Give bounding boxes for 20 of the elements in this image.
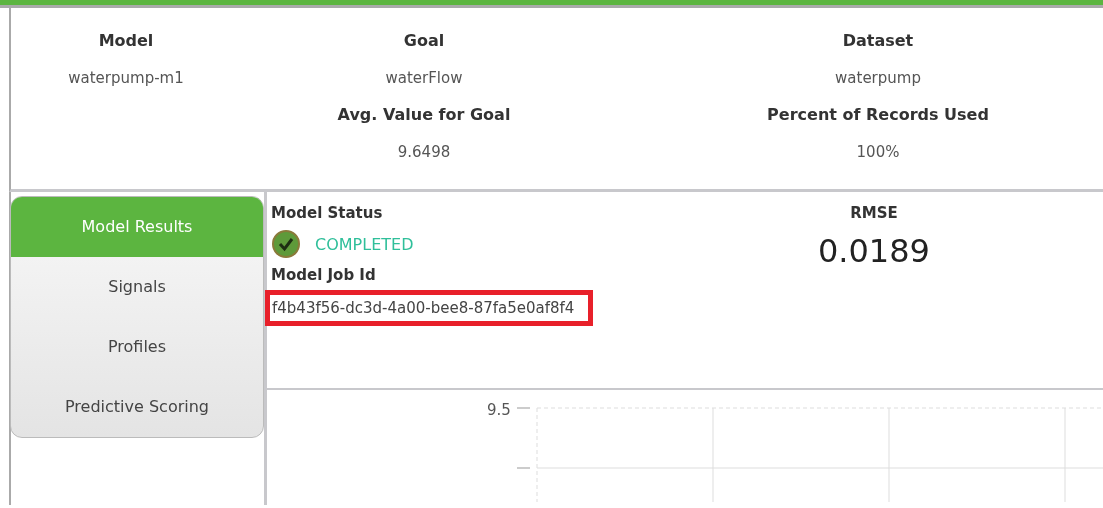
nav-tab[interactable]: Predictive Scoring bbox=[11, 377, 263, 437]
nav-tab[interactable]: Profiles bbox=[11, 317, 263, 377]
job-id-label: Model Job Id bbox=[271, 265, 376, 286]
axis-tick-label: 9.5 bbox=[487, 402, 511, 418]
job-id-value: f4b43f56-dc3d-4a00-bee8-87fa5e0af8f4 bbox=[265, 290, 594, 326]
rmse-label: RMSE bbox=[850, 203, 898, 224]
summary-label: Percent of Records Used bbox=[767, 104, 989, 126]
rmse-value: 0.0189 bbox=[817, 231, 930, 272]
nav-tab[interactable]: Signals bbox=[11, 257, 263, 317]
summary-label: Dataset bbox=[842, 30, 914, 52]
summary-value: waterFlow bbox=[385, 68, 463, 89]
summary-label: Avg. Value for Goal bbox=[337, 104, 511, 126]
status-value: COMPLETED bbox=[315, 234, 414, 254]
summary-value: waterpump bbox=[835, 68, 921, 89]
summary-value: waterpump-m1 bbox=[68, 68, 184, 89]
summary-value: 9.6498 bbox=[397, 142, 451, 163]
status-label: Model Status bbox=[271, 203, 383, 224]
summary-value: 100% bbox=[856, 142, 900, 163]
summary-label: Goal bbox=[403, 30, 445, 52]
summary-label: Model bbox=[98, 30, 154, 52]
